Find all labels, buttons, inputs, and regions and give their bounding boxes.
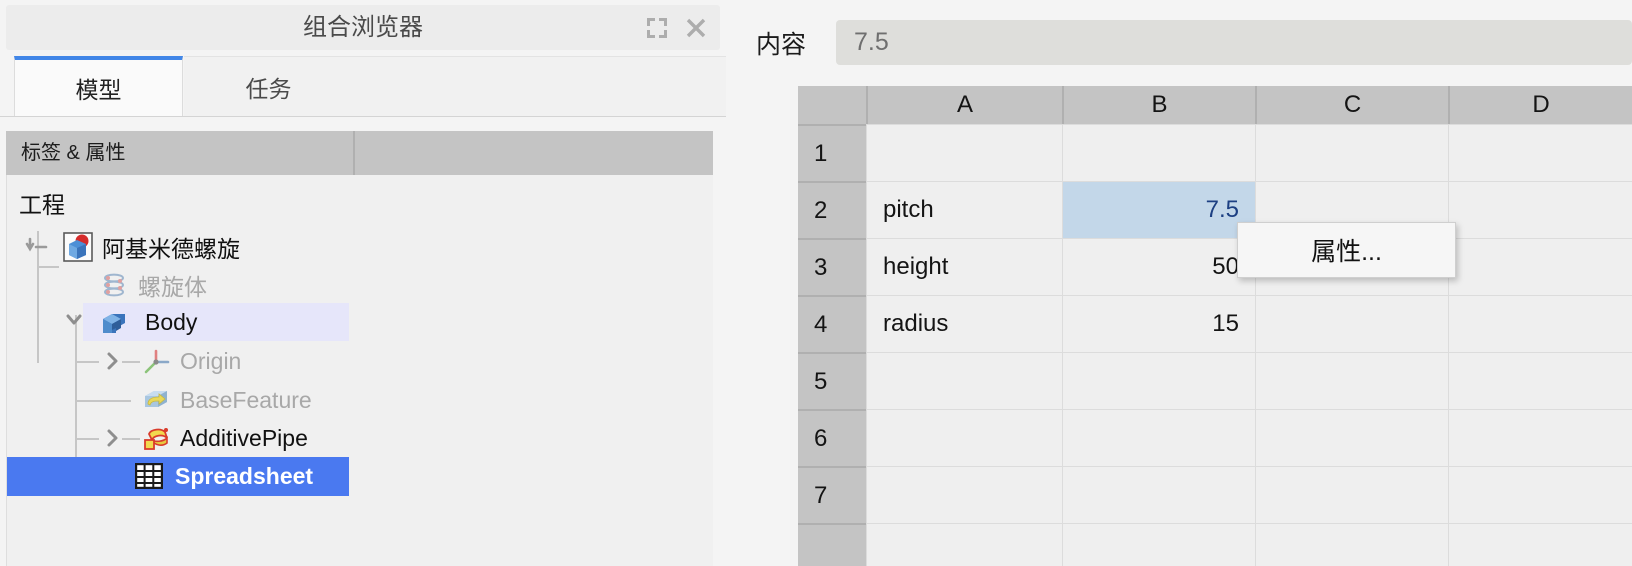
cell-c6[interactable] <box>1255 409 1448 466</box>
tree-item-label: Origin <box>180 348 242 374</box>
cell-c7[interactable] <box>1255 466 1448 523</box>
content-label: 内容 <box>756 31 807 59</box>
tree-item-basefeature[interactable]: BaseFeature <box>7 381 713 420</box>
cell-d1[interactable] <box>1448 124 1632 181</box>
tree-item-label: 阿基米德螺旋 <box>102 235 240 262</box>
cell-d4[interactable] <box>1448 295 1632 352</box>
tree-item-document[interactable]: 阿基米德螺旋 <box>7 227 713 266</box>
cell-d5[interactable] <box>1448 352 1632 409</box>
chevron-right-icon[interactable] <box>103 351 123 371</box>
tree-item-origin[interactable]: Origin <box>7 342 713 381</box>
app-root: 组合浏览器 模型 任务 标签 & 属性 工程 阿基米德螺旋 螺旋体 Body O… <box>0 0 1632 566</box>
cell-d7[interactable] <box>1448 466 1632 523</box>
row-header-1[interactable]: 1 <box>798 124 866 181</box>
tab-model[interactable]: 模型 <box>14 56 183 116</box>
combo-view-tabs: 模型 任务 <box>0 56 726 118</box>
tree-item-body[interactable]: Body <box>83 303 349 341</box>
cell-b7[interactable] <box>1062 466 1255 523</box>
cell-c5[interactable] <box>1255 352 1448 409</box>
chevron-right-icon[interactable] <box>103 428 123 448</box>
grid-corner-cell[interactable] <box>798 86 866 124</box>
close-icon[interactable] <box>679 11 712 44</box>
tree-item-spreadsheet[interactable]: Spreadsheet <box>7 457 349 496</box>
cell-d6[interactable] <box>1448 409 1632 466</box>
tree-item-label: BaseFeature <box>180 387 312 413</box>
cell-a3[interactable]: height <box>866 238 1062 295</box>
context-menu-item-properties[interactable]: 属性... <box>1238 223 1455 277</box>
cell-b8-partial[interactable] <box>1062 523 1255 566</box>
cell-d3[interactable] <box>1448 238 1632 295</box>
helix-icon <box>99 270 127 298</box>
tree-item-additivepipe[interactable]: AdditivePipe <box>7 419 713 458</box>
cell-c4[interactable] <box>1255 295 1448 352</box>
tab-strip-filler <box>353 56 726 116</box>
spreadsheet-icon <box>134 462 164 491</box>
tree-item-label: 工程 <box>19 191 65 218</box>
tree-item-label: 螺旋体 <box>138 273 207 300</box>
chevron-down-icon[interactable] <box>63 312 83 332</box>
combo-view-titlebar: 组合浏览器 <box>6 5 720 50</box>
row-header-7[interactable]: 7 <box>798 466 866 523</box>
cell-b6[interactable] <box>1062 409 1255 466</box>
tree-header-label-attributes[interactable]: 标签 & 属性 <box>6 131 355 175</box>
tree-item-project[interactable]: 工程 <box>7 183 713 222</box>
model-tree: 工程 阿基米德螺旋 螺旋体 Body Origin BaseFeature Ad… <box>6 175 713 566</box>
cell-d2[interactable] <box>1448 181 1632 238</box>
cell-b2[interactable]: 7.5 <box>1062 181 1255 238</box>
row-header-6[interactable]: 6 <box>798 409 866 466</box>
cell-a6[interactable] <box>866 409 1062 466</box>
tree-header-column-2[interactable] <box>357 131 713 175</box>
cell-a4[interactable]: radius <box>866 295 1062 352</box>
combo-view-title: 组合浏览器 <box>303 14 423 41</box>
base-feature-icon <box>141 386 169 414</box>
cell-b3[interactable]: 50 <box>1062 238 1255 295</box>
restore-window-icon[interactable] <box>640 11 673 44</box>
row-header-4[interactable]: 4 <box>798 295 866 352</box>
body-icon <box>99 308 127 336</box>
context-menu: 属性... <box>1237 222 1456 278</box>
content-input[interactable]: 7.5 <box>836 20 1632 65</box>
cell-a2[interactable]: pitch <box>866 181 1062 238</box>
tree-item-helix[interactable]: 螺旋体 <box>7 265 713 304</box>
row-header-8-partial[interactable] <box>798 523 866 566</box>
cell-b1[interactable] <box>1062 124 1255 181</box>
cell-a1[interactable] <box>866 124 1062 181</box>
cell-b5[interactable] <box>1062 352 1255 409</box>
combo-view-panel: 组合浏览器 模型 任务 标签 & 属性 工程 阿基米德螺旋 螺旋体 Body O… <box>0 0 726 566</box>
additive-pipe-icon <box>141 424 169 452</box>
cell-d8-partial[interactable] <box>1448 523 1632 566</box>
column-header-a[interactable]: A <box>866 86 1062 124</box>
row-header-5[interactable]: 5 <box>798 352 866 409</box>
tab-tasks[interactable]: 任务 <box>184 56 353 116</box>
origin-axes-icon <box>141 347 170 375</box>
tab-underline <box>0 116 726 117</box>
tree-item-label: Body <box>145 308 198 335</box>
spreadsheet-view: 内容 7.5 A B C D 1 2 3 4 5 6 7 pitch 7.5 h… <box>726 0 1632 566</box>
row-header-3[interactable]: 3 <box>798 238 866 295</box>
cell-c1[interactable] <box>1255 124 1448 181</box>
column-header-d[interactable]: D <box>1448 86 1632 124</box>
column-header-b[interactable]: B <box>1062 86 1255 124</box>
tree-header: 标签 & 属性 <box>6 131 713 175</box>
cell-b4[interactable]: 15 <box>1062 295 1255 352</box>
column-header-c[interactable]: C <box>1255 86 1448 124</box>
tree-item-label: Spreadsheet <box>175 463 314 489</box>
cell-a5[interactable] <box>866 352 1062 409</box>
cell-c8-partial[interactable] <box>1255 523 1448 566</box>
tree-item-label: AdditivePipe <box>180 425 308 451</box>
chevron-down-icon[interactable] <box>25 236 48 256</box>
spreadsheet-grid: A B C D 1 2 3 4 5 6 7 pitch 7.5 height 5… <box>798 86 1632 566</box>
row-header-2[interactable]: 2 <box>798 181 866 238</box>
document-icon <box>63 232 93 262</box>
cell-a7[interactable] <box>866 466 1062 523</box>
cell-a8-partial[interactable] <box>866 523 1062 566</box>
content-input-value: 7.5 <box>854 28 889 56</box>
